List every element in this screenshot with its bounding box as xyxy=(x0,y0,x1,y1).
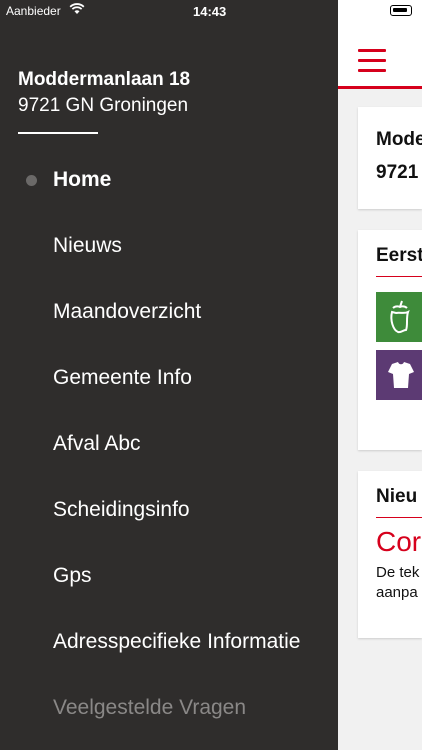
address-card-line2: 9721 xyxy=(376,162,419,183)
first-card-title: Eerst xyxy=(376,245,422,266)
menu-item-nieuws[interactable]: Nieuws xyxy=(53,234,122,258)
organic-waste-icon xyxy=(376,292,422,342)
menu-item-gps[interactable]: Gps xyxy=(53,564,92,588)
menu-item-adresspecifieke-informatie[interactable]: Adresspecifieke Informatie xyxy=(53,630,300,654)
address-line1: Moddermanlaan 18 xyxy=(18,69,191,90)
first-collection-card[interactable]: Eerst xyxy=(358,230,422,450)
news-card-title: Nieu xyxy=(376,486,418,507)
navigation-drawer: Moddermanlaan 18 9721 GN Groningen Home … xyxy=(0,0,338,750)
address-divider xyxy=(18,132,98,134)
menu-item-home[interactable]: Home xyxy=(53,168,111,192)
menu-item-scheidingsinfo[interactable]: Scheidingsinfo xyxy=(53,498,190,522)
news-headline: Cor xyxy=(376,526,422,557)
news-body-line2: aanpa xyxy=(376,584,418,601)
address-line2: 9721 GN Groningen xyxy=(18,95,189,116)
menu-item-maandoverzicht[interactable]: Maandoverzicht xyxy=(53,300,201,324)
carrier-label: Aanbieder xyxy=(6,4,61,18)
address-card-line1: Mode xyxy=(376,129,422,150)
news-card-divider xyxy=(376,517,422,518)
menu-item-gemeente-info[interactable]: Gemeente Info xyxy=(53,366,192,390)
wifi-icon xyxy=(69,3,85,18)
first-card-divider xyxy=(376,276,422,277)
hamburger-menu-icon[interactable] xyxy=(358,49,386,73)
content-panel: Mode 9721 Eerst Nieu Cor De tek aanpa xyxy=(338,0,422,750)
active-indicator-dot xyxy=(26,175,37,186)
news-body-line1: De tek xyxy=(376,564,420,581)
news-card[interactable]: Nieu Cor De tek aanpa xyxy=(358,471,422,638)
menu-item-veelgestelde-vragen[interactable]: Veelgestelde Vragen xyxy=(53,696,246,720)
status-bar: Aanbieder 14:43 xyxy=(0,0,422,22)
textile-icon xyxy=(376,350,422,400)
menu-item-afval-abc[interactable]: Afval Abc xyxy=(53,432,141,456)
address-card[interactable]: Mode 9721 xyxy=(358,107,422,209)
status-time: 14:43 xyxy=(193,4,227,19)
